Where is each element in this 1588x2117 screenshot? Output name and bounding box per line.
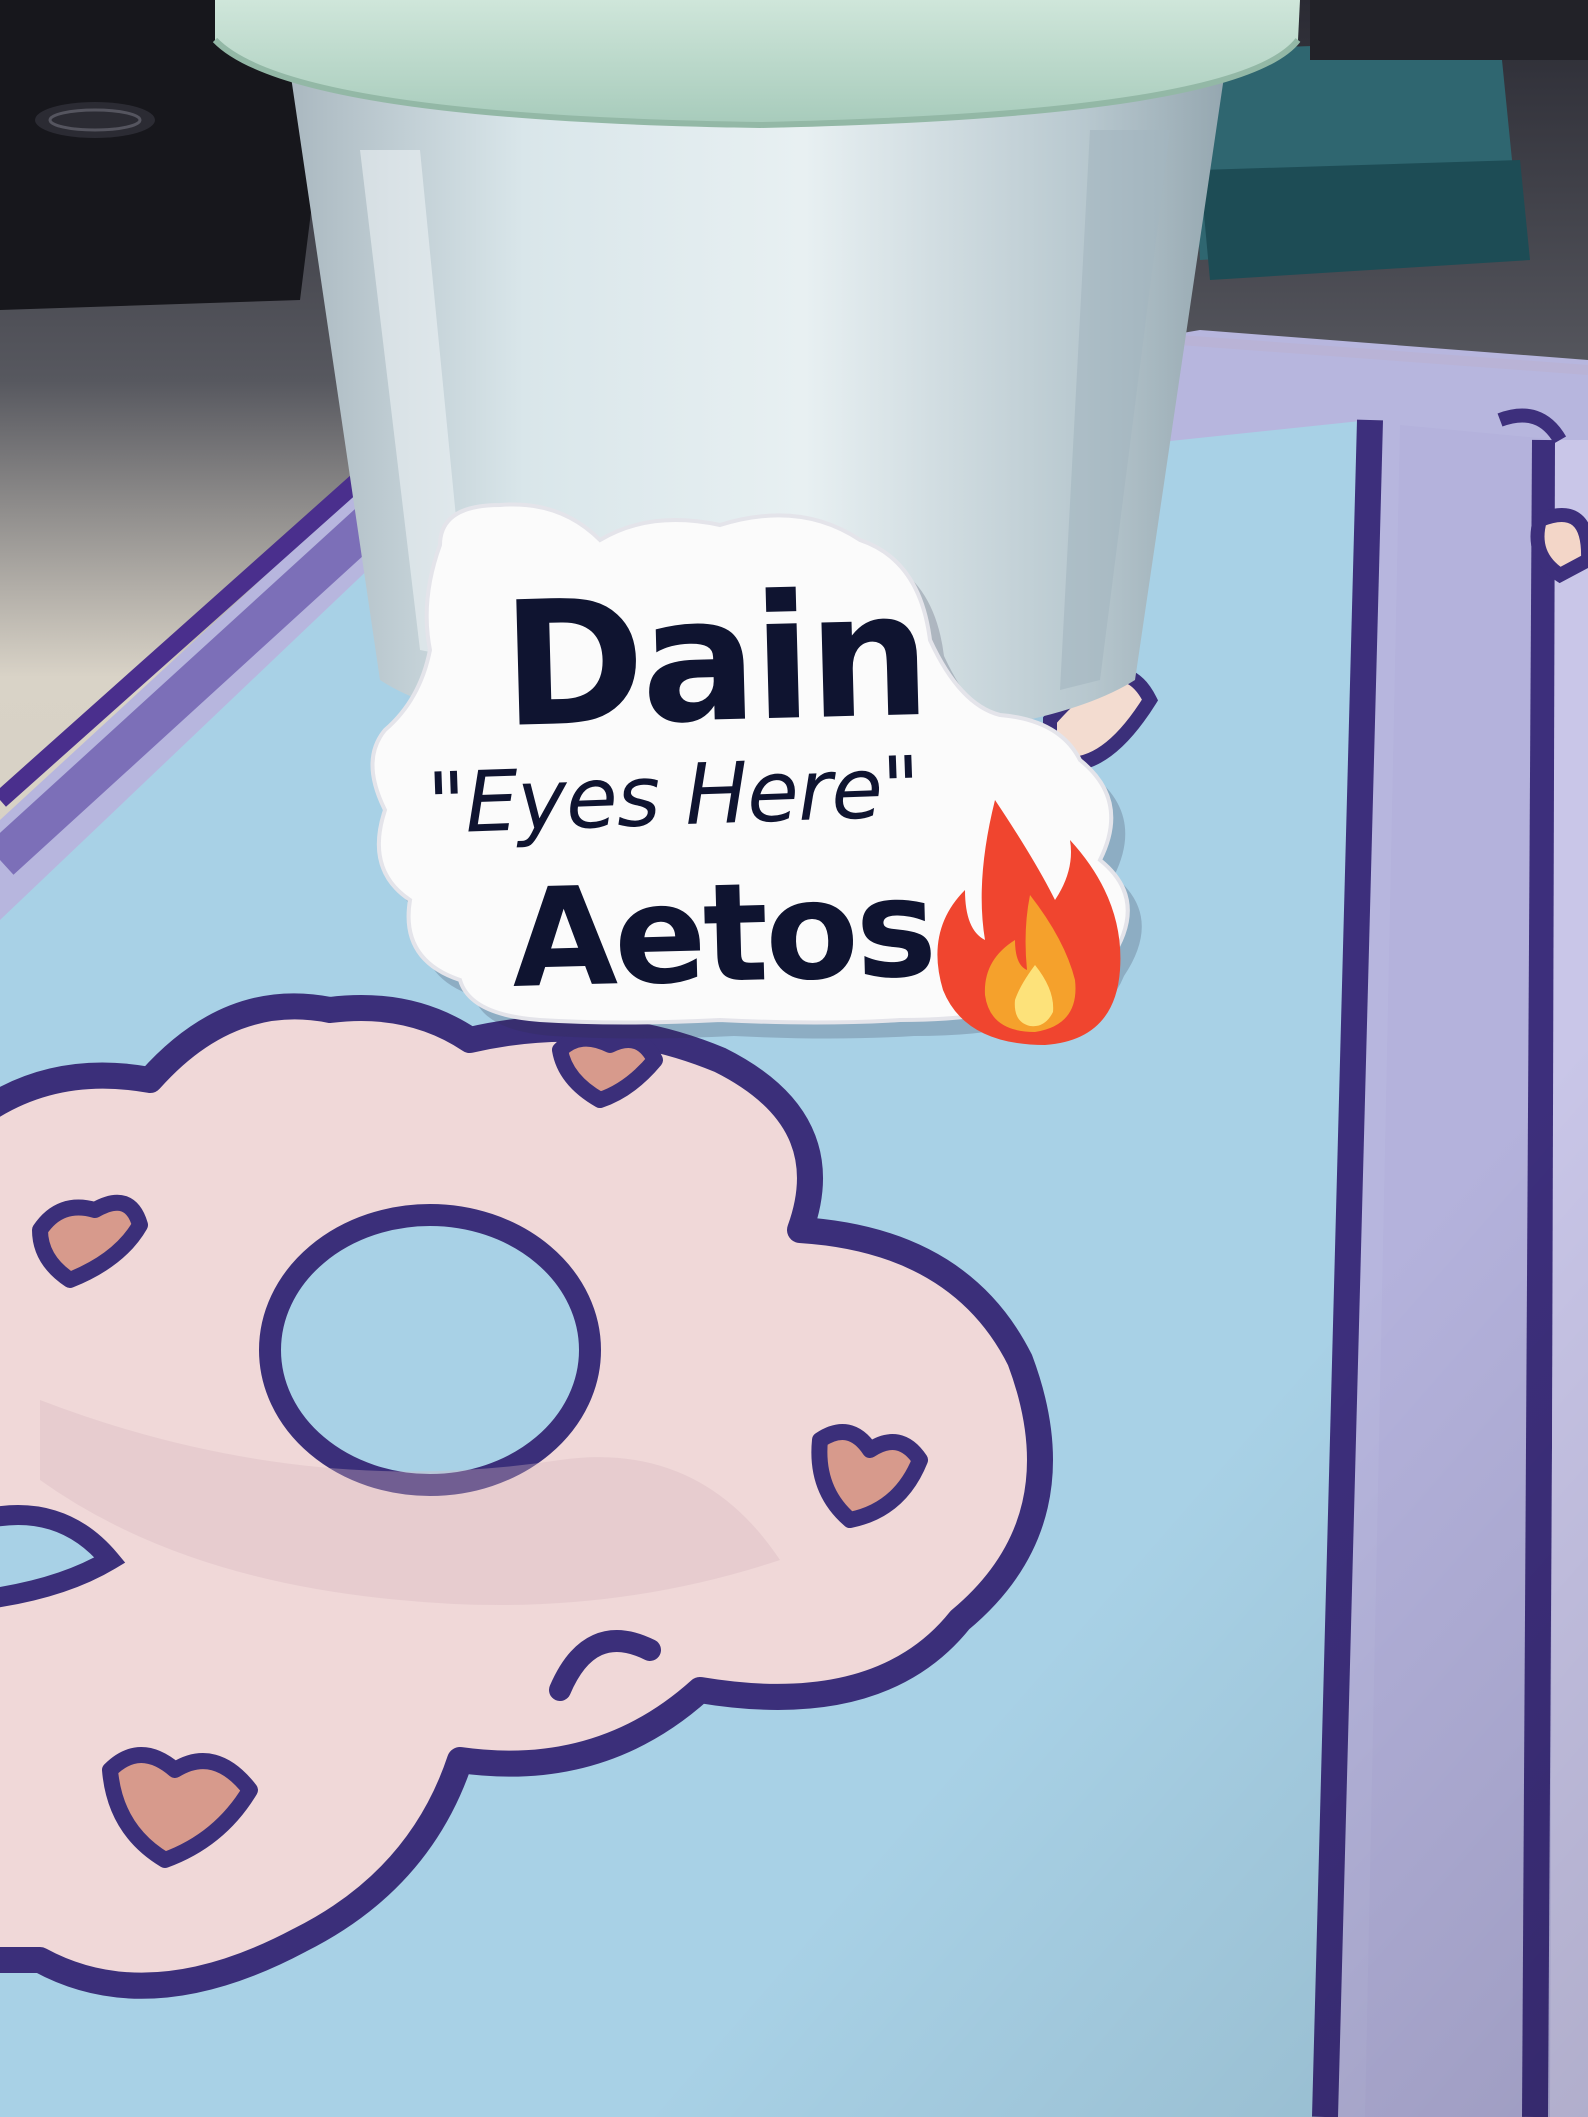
photo-background (0, 0, 1588, 2117)
photo-scene: Dain "Eyes Here" Aetos (0, 0, 1588, 2117)
